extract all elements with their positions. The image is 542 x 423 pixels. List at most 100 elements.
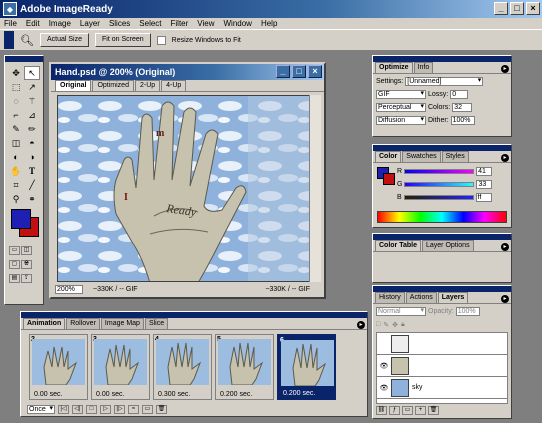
- menu-window[interactable]: Window: [224, 19, 252, 28]
- blur-tool-icon[interactable]: ◐: [8, 150, 24, 164]
- red-field[interactable]: 41: [476, 167, 493, 176]
- menu-help[interactable]: Help: [261, 19, 277, 28]
- tab-image-map[interactable]: Image Map: [100, 318, 144, 329]
- menu-filter[interactable]: Filter: [171, 19, 189, 28]
- tab-optimize[interactable]: Optimize: [375, 62, 413, 73]
- eyedropper-tool-icon[interactable]: ⚲: [8, 192, 24, 206]
- tween-icon[interactable]: ≈: [128, 405, 139, 414]
- red-slider[interactable]: [404, 169, 475, 174]
- color-panel-background-swatch[interactable]: [383, 173, 395, 185]
- lock-position-icon[interactable]: ✥: [392, 321, 398, 329]
- tab-layer-options[interactable]: Layer Options: [421, 240, 474, 251]
- tab-layers[interactable]: Layers: [437, 292, 469, 303]
- frame-delay[interactable]: 0.200 sec.: [283, 390, 315, 397]
- prev-frame-icon[interactable]: ◁|: [72, 405, 83, 414]
- tab-animation[interactable]: Animation: [23, 318, 66, 329]
- doc-close-button[interactable]: ×: [308, 65, 322, 78]
- menu-file[interactable]: File: [4, 19, 17, 28]
- standard-mode-icon[interactable]: ▭: [9, 246, 20, 255]
- layer-row[interactable]: [377, 333, 507, 355]
- visibility-eye-icon[interactable]: 👁︎: [377, 362, 391, 370]
- delete-layer-icon[interactable]: 🗑︎: [428, 406, 439, 415]
- blue-slider[interactable]: [403, 195, 474, 200]
- fullscreen-icon[interactable]: ▢: [9, 260, 20, 269]
- tab-info[interactable]: Info: [413, 62, 434, 73]
- crop-frame-icon[interactable]: ⌗: [8, 178, 24, 192]
- slice-tool-icon[interactable]: ⊿: [24, 108, 40, 122]
- animation-panel-menu-icon[interactable]: ▸: [357, 321, 365, 329]
- brush-tool-icon[interactable]: ✎: [8, 122, 24, 136]
- menu-layer[interactable]: Layer: [80, 19, 100, 28]
- green-slider[interactable]: [404, 182, 475, 187]
- options-bar-grip[interactable]: [4, 31, 14, 49]
- opacity-field[interactable]: 100%: [455, 307, 480, 316]
- new-frame-icon[interactable]: ▭: [142, 405, 153, 414]
- animation-frame-selected[interactable]: 6 0.200 sec.: [277, 334, 336, 400]
- tab-original[interactable]: Original: [55, 80, 92, 91]
- screen-mode-icon[interactable]: ▤: [9, 274, 20, 283]
- menu-slices[interactable]: Slices: [109, 19, 130, 28]
- zoom-level-field[interactable]: 200%: [55, 284, 83, 294]
- palette-dropdown[interactable]: Perceptual: [376, 103, 426, 112]
- fit-on-screen-button[interactable]: Fit on Screen: [95, 33, 151, 47]
- menu-view[interactable]: View: [197, 19, 214, 28]
- lock-image-icon[interactable]: ✎: [383, 321, 389, 329]
- zoom-tool-icon-2[interactable]: ⚭: [24, 192, 40, 206]
- document-vertical-scrollbar[interactable]: [309, 95, 321, 282]
- delete-frame-icon[interactable]: 🗑︎: [156, 405, 167, 414]
- hand-tool-icon[interactable]: ✋: [8, 164, 24, 178]
- animation-frame[interactable]: 5 0.200 sec.: [215, 334, 274, 400]
- tab-color-table[interactable]: Color Table: [375, 240, 421, 251]
- doc-maximize-button[interactable]: □: [292, 65, 306, 78]
- crop-tool-icon[interactable]: ⌐: [8, 108, 24, 122]
- layer-row[interactable]: 👁︎: [377, 355, 507, 377]
- blue-field[interactable]: ff: [475, 193, 492, 202]
- frame-delay[interactable]: 0.00 sec.: [96, 391, 124, 398]
- select-arrow-tool-icon[interactable]: ↖: [24, 66, 40, 80]
- frame-delay[interactable]: 0.200 sec.: [220, 391, 252, 398]
- format-dropdown[interactable]: GIF: [376, 90, 426, 99]
- layers-panel-menu-icon[interactable]: ▸: [501, 295, 509, 303]
- eraser-tool-icon[interactable]: ◫: [8, 136, 24, 150]
- layer-style-icon[interactable]: ƒ: [389, 406, 400, 415]
- tab-color[interactable]: Color: [375, 151, 402, 162]
- layer-row[interactable]: 👁︎ sky: [377, 377, 507, 399]
- marquee-tool-icon[interactable]: ⬚: [8, 80, 24, 94]
- color-table-panel-menu-icon[interactable]: ▸: [501, 243, 509, 251]
- play-icon[interactable]: ▷: [100, 405, 111, 414]
- menu-image[interactable]: Image: [49, 19, 71, 28]
- preview-mode-icon[interactable]: ◫: [21, 246, 32, 255]
- move-tool-icon[interactable]: ✥: [8, 66, 24, 80]
- line-tool-icon[interactable]: ╱: [24, 178, 40, 192]
- close-button[interactable]: ×: [526, 2, 540, 15]
- tab-history[interactable]: History: [375, 292, 405, 303]
- lasso-tool-icon[interactable]: ◌: [8, 94, 24, 108]
- image-canvas[interactable]: Ready m I: [57, 95, 310, 282]
- color-panel-menu-icon[interactable]: ▸: [501, 154, 509, 162]
- lock-all-icon[interactable]: 🔒︎: [401, 321, 405, 329]
- browser-preview-icon[interactable]: 🌐︎: [21, 260, 32, 269]
- doc-minimize-button[interactable]: _: [276, 65, 290, 78]
- menu-select[interactable]: Select: [139, 19, 161, 28]
- loop-dropdown[interactable]: Once: [27, 405, 55, 414]
- tab-rollover[interactable]: Rollover: [66, 318, 100, 329]
- paint-bucket-tool-icon[interactable]: ◓: [24, 136, 40, 150]
- visibility-eye-icon[interactable]: 👁︎: [377, 384, 391, 392]
- stop-icon[interactable]: □: [86, 405, 97, 414]
- animation-frame[interactable]: 3 0.00 sec.: [91, 334, 150, 400]
- colors-field[interactable]: 32: [452, 103, 473, 112]
- new-layer-icon[interactable]: +: [415, 406, 426, 415]
- blend-mode-dropdown[interactable]: Normal: [376, 307, 426, 316]
- lossy-field[interactable]: 0: [450, 90, 469, 99]
- tab-styles[interactable]: Styles: [441, 151, 469, 162]
- tab-2-up[interactable]: 2-Up: [134, 80, 161, 91]
- animation-frame[interactable]: 2 0.00 sec.: [29, 334, 88, 400]
- dodge-tool-icon[interactable]: ◑: [24, 150, 40, 164]
- frame-delay[interactable]: 0.00 sec.: [34, 391, 62, 398]
- pencil-tool-icon[interactable]: ✏: [24, 122, 40, 136]
- animation-frame[interactable]: 4 0.300 sec.: [153, 334, 212, 400]
- resize-windows-checkbox[interactable]: [156, 35, 166, 45]
- menu-edit[interactable]: Edit: [26, 19, 40, 28]
- dither-dropdown[interactable]: Diffusion: [376, 116, 426, 125]
- optimize-panel-menu-icon[interactable]: ▸: [501, 65, 509, 73]
